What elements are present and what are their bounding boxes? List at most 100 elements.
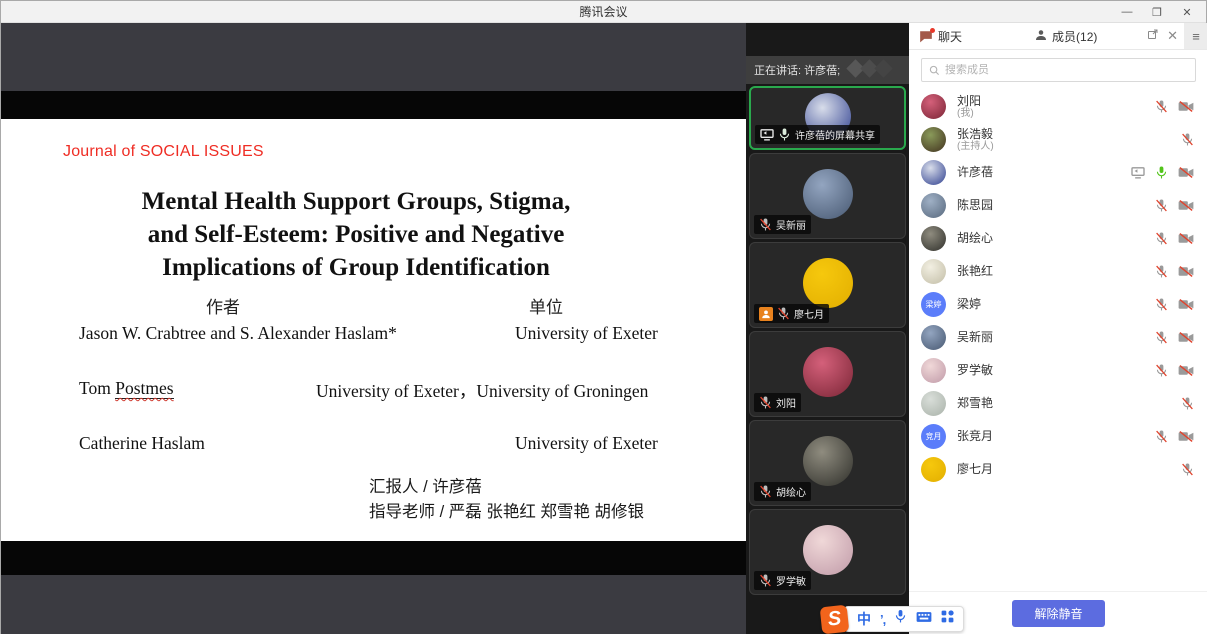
video-tile[interactable]: 吴新丽 [749,153,906,239]
member-status-icons [1181,396,1194,411]
presenter-line: 汇报人 / 许彦蓓 [369,473,482,497]
member-role: (主持人) [957,141,1181,152]
author-header: 作者 [206,293,240,318]
video-tile[interactable]: 胡绘心 [749,420,906,506]
mic-icon [1155,165,1168,180]
avatar [921,160,946,185]
tab-members[interactable]: 成员(12) [1025,23,1141,49]
member-row[interactable]: 罗学敏 [909,354,1207,387]
member-name: 陈思园 [957,199,1155,212]
avatar [921,325,946,350]
tile-name-label: 罗学敏 [754,571,811,590]
member-row[interactable]: 许彦蓓 [909,156,1207,189]
avatar: 竞月 [921,424,946,449]
member-row[interactable]: 张艳红 [909,255,1207,288]
camera-off-icon [1178,331,1194,344]
avatar [803,258,853,308]
member-name: 许彦蓓 [957,166,1131,179]
member-name: 刘阳 [957,95,1155,108]
avatar [803,436,853,486]
member-name: 罗学敏 [957,364,1155,377]
side-panel: 聊天 成员(12) ✕ ≡ [909,23,1207,634]
tab-members-label: 成员(12) [1052,28,1097,45]
ime-toolbar: S 中 ’, [821,605,964,633]
mic-muted-icon [759,484,772,499]
main-area: Journal of SOCIAL ISSUES Mental Health S… [1,23,1207,634]
avatar [921,127,946,152]
minimize-button[interactable]: — [1112,1,1142,23]
ime-toolbox-icon[interactable] [941,610,954,628]
ime-language-mode[interactable]: 中 [857,609,871,629]
tile-name-label: 廖七月 [754,304,829,323]
member-row[interactable]: 竞月张竞月 [909,420,1207,453]
popout-icon[interactable] [1147,27,1159,45]
panel-window-icons: ✕ [1141,23,1184,49]
ime-pill: 中 ’, [844,606,964,632]
mic-muted-icon [759,217,772,232]
member-row[interactable]: 吴新丽 [909,321,1207,354]
member-name: 廖七月 [957,463,1181,476]
avatar [921,391,946,416]
chat-icon [919,30,933,43]
window-title: 腾讯会议 [579,3,627,20]
tencent-meeting-logo-watermark [849,62,895,78]
tab-chat-label: 聊天 [938,28,962,45]
avatar [921,226,946,251]
member-role: (我) [957,108,1155,119]
member-status-icons [1155,330,1194,345]
sogou-logo-icon[interactable]: S [820,604,850,634]
mic-muted-icon [777,306,790,321]
member-row[interactable]: 刘阳(我) [909,90,1207,123]
advisors-line: 指导老师 / 严磊 张艳红 郑雪艳 胡修银 [369,498,644,522]
tab-chat[interactable]: 聊天 [909,23,1025,49]
mic-icon [778,127,791,142]
ime-keyboard-icon[interactable] [916,610,932,628]
video-tile[interactable]: 廖七月 [749,242,906,328]
camera-off-icon [1178,364,1194,377]
mic-muted-icon [1155,330,1168,345]
camera-off-icon [1178,199,1194,212]
member-status-icons [1131,165,1194,180]
member-row[interactable]: 陈思园 [909,189,1207,222]
camera-off-icon [1178,100,1194,113]
mic-muted-icon [1155,429,1168,444]
tile-name-label: 刘阳 [754,393,801,412]
search-input[interactable] [945,64,1188,76]
participant-name: 胡绘心 [776,484,806,499]
search-box[interactable] [921,58,1196,82]
panel-menu-button[interactable]: ≡ [1184,23,1207,49]
restore-button[interactable]: ❐ [1142,1,1172,23]
close-button[interactable]: ✕ [1172,1,1202,23]
member-status-icons [1155,297,1194,312]
mic-muted-icon [1155,264,1168,279]
members-icon [1035,29,1047,44]
member-row[interactable]: 梁婷梁婷 [909,288,1207,321]
affiliation: University of Exeter [515,433,658,454]
member-list: 刘阳(我)张浩毅(主持人)许彦蓓陈思园胡绘心张艳红梁婷梁婷吴新丽罗学敏郑雪艳竞月… [909,88,1207,591]
member-row[interactable]: 廖七月 [909,453,1207,486]
unmute-button[interactable]: 解除静音 [1012,600,1104,627]
member-row[interactable]: 胡绘心 [909,222,1207,255]
video-tile[interactable]: 许彦蓓的屏幕共享 [749,86,906,150]
presentation-slide: Journal of SOCIAL ISSUES Mental Health S… [1,119,746,541]
screen-share-icon [760,129,774,141]
avatar [921,259,946,284]
panel-tab-bar: 聊天 成员(12) ✕ ≡ [909,23,1207,50]
ime-punctuation-icon[interactable]: ’, [880,612,885,627]
member-name: 张艳红 [957,265,1155,278]
mic-muted-icon [759,573,772,588]
panel-close-icon[interactable]: ✕ [1167,28,1178,44]
participant-name: 吴新丽 [776,217,806,232]
video-tile[interactable]: 罗学敏 [749,509,906,595]
ime-mic-icon[interactable] [894,609,907,629]
member-row[interactable]: 郑雪艳 [909,387,1207,420]
member-row[interactable]: 张浩毅(主持人) [909,123,1207,156]
video-tile[interactable]: 刘阳 [749,331,906,417]
mic-muted-icon [759,395,772,410]
member-name: 郑雪艳 [957,397,1181,410]
participant-chip-icon [759,307,773,321]
member-status-icons [1155,264,1194,279]
avatar [921,193,946,218]
avatar [921,457,946,482]
member-name: 张浩毅 [957,128,1181,141]
